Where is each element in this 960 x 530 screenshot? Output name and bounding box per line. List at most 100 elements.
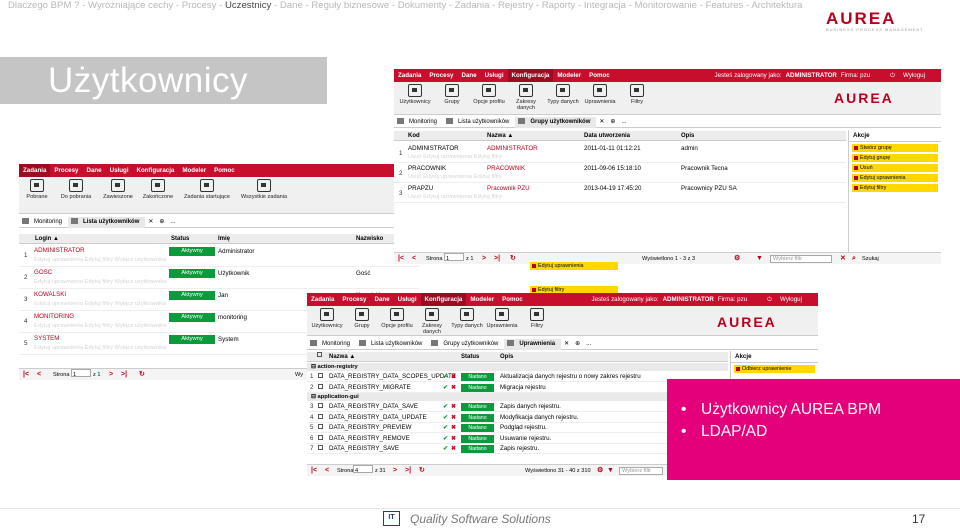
toolbar-button-zakonczone[interactable]: Zakończone	[137, 179, 179, 200]
table-row[interactable]: 2 DATA_REGISTRY_MIGRATE ✔ ✖ Nadano Migracja r…	[307, 383, 728, 393]
logout-link[interactable]: ⏻ Wyloguj	[882, 69, 933, 82]
col-data[interactable]: Data utworzenia	[584, 131, 630, 141]
prev-page-button[interactable]: <	[325, 465, 329, 477]
row-actions[interactable]: Edytuj uprawnienia Edytuj filtry Wyłącz …	[34, 345, 166, 351]
user-login-link[interactable]: MONITORING	[34, 313, 74, 320]
filter-icon[interactable]: ▼	[756, 253, 763, 265]
menu-item-procesy[interactable]: Procesy	[338, 293, 370, 306]
revoke-x-icon[interactable]: ✖	[451, 373, 456, 380]
menu-item-dane[interactable]: Dane	[370, 293, 393, 306]
row-actions[interactable]: Usuń Edytuj uprawnienia Edytuj filtry	[408, 194, 502, 200]
menu-item-zadania[interactable]: Zadania	[394, 69, 425, 82]
breadcrumb-item-integracja[interactable]: Integracja	[584, 0, 626, 11]
prev-page-button[interactable]: <	[412, 253, 416, 265]
filter-select[interactable]: Wybierz filtr	[619, 467, 663, 475]
more-tabs[interactable]: ...	[583, 339, 594, 350]
group-code[interactable]: ADMINISTRATOR	[408, 145, 459, 152]
breadcrumb-item-dokumenty[interactable]: Dokumenty	[398, 0, 447, 11]
first-page-button[interactable]: |<	[311, 465, 317, 477]
close-tab-icon[interactable]: ✕	[596, 117, 607, 128]
menu-item-modeler[interactable]: Modeler	[178, 164, 210, 177]
toolbar-button-pobrane[interactable]: Pobrane	[19, 179, 55, 200]
col-nazwa[interactable]: Nazwa ▲	[329, 352, 355, 362]
first-page-button[interactable]: |<	[23, 369, 29, 381]
toolbar-button-filtry[interactable]: Filtry	[618, 84, 656, 105]
table-row[interactable]: 2 GOSC Edytuj uprawnienia Edytuj filtry Wy…	[19, 267, 419, 289]
col-kod[interactable]: Kod	[408, 131, 420, 141]
col-status[interactable]: Status	[461, 352, 479, 362]
action-odbierz-uprawnienie[interactable]: Odbierz uprawnienie	[734, 365, 815, 373]
menu-item-konfiguracja[interactable]: Konfiguracja	[420, 293, 467, 306]
tab-monitoring[interactable]: Monitoring	[19, 217, 68, 228]
table-row[interactable]: 5 DATA_REGISTRY_PREVIEW ✔ ✖ Nadano Podgląd re…	[307, 423, 728, 433]
grant-check-icon[interactable]: ✔	[443, 414, 448, 421]
row-actions[interactable]: Edytuj uprawnienia Edytuj filtry Wyłącz …	[34, 279, 166, 285]
user-login-link[interactable]: ADMINISTRATOR	[34, 247, 85, 254]
table-row[interactable]: 3 PRAPZU Usuń Edytuj uprawnienia Edytuj fi…	[394, 183, 846, 203]
toolbar-button-opcje-profilu[interactable]: Opcje profilu	[470, 84, 508, 105]
action-edytuj-uprawnienia[interactable]: Edytuj uprawnienia	[852, 174, 938, 182]
menu-item-konfiguracja[interactable]: Konfiguracja	[507, 69, 554, 82]
col-opis[interactable]: Opis	[500, 352, 513, 362]
tab-add-icon[interactable]: ⊕	[607, 117, 618, 128]
menu-item-uslugi[interactable]: Usługi	[481, 69, 508, 82]
breadcrumb-item-procesy[interactable]: Procesy	[182, 0, 217, 11]
close-tab-icon[interactable]: ✕	[561, 339, 572, 350]
group-code[interactable]: PRAPZU	[408, 185, 433, 192]
revoke-x-icon[interactable]: ✖	[451, 403, 456, 410]
user-login-link[interactable]: GOSC	[34, 269, 52, 276]
table-row[interactable]: 6 DATA_REGISTRY_REMOVE ✔ ✖ Nadano Usuwanie re…	[307, 434, 728, 444]
breadcrumb-item-wyrozniajace-cechy[interactable]: Wyróżniające cechy	[88, 0, 173, 11]
toolbar-button-typy-danych[interactable]: Typy danych	[449, 308, 485, 329]
action-edytuj-filtry[interactable]: Edytuj filtry	[852, 184, 938, 192]
next-page-button[interactable]: >	[393, 465, 397, 477]
tab-lista-uzytkownikow[interactable]: Lista użytkowników	[68, 217, 146, 228]
col-nazwisko[interactable]: Nazwisko	[356, 234, 383, 244]
col-login[interactable]: Login ▲	[35, 234, 59, 244]
breadcrumb-item-architektura[interactable]: Architektura	[751, 0, 802, 11]
search-label[interactable]: Szukaj	[862, 253, 879, 265]
table-row[interactable]: 1 DATA_REGISTRY_DATA_SCOPES_UPDATE ✔ ✖ Nadan…	[307, 372, 728, 382]
toolbar-button-typy-danych[interactable]: Typy danych	[544, 84, 582, 105]
group-name-link[interactable]: ADMINISTRATOR	[487, 145, 538, 152]
menu-item-procesy[interactable]: Procesy	[50, 164, 82, 177]
table-row[interactable]: 1 ADMINISTRATOR Edytuj uprawnienia Edytuj …	[19, 245, 419, 267]
toolbar-button-uzytkownicy[interactable]: Użytkownicy	[309, 308, 345, 329]
table-row[interactable]: 4 DATA_REGISTRY_DATA_UPDATE ✔ ✖ Nadano Modyfi…	[307, 413, 728, 423]
toolbar-button-grupy[interactable]: Grupy	[344, 308, 380, 329]
row-actions[interactable]: Edytuj uprawnienia Edytuj filtry Wyłącz …	[34, 301, 166, 307]
next-page-button[interactable]: >	[482, 253, 486, 265]
tab-uprawnienia[interactable]: Uprawnienia	[504, 339, 562, 350]
refresh-icon[interactable]: ↻	[419, 465, 425, 477]
prev-page-button[interactable]: <	[37, 369, 41, 381]
permission-group[interactable]: ⊟ action-registry	[307, 363, 728, 371]
toolbar-button-zakresy-danych[interactable]: Zakresy danych	[507, 84, 545, 111]
permission-group[interactable]: ⊟ application-gui	[307, 393, 728, 401]
grant-check-icon[interactable]: ✔	[443, 373, 448, 380]
table-row[interactable]: 3 DATA_REGISTRY_DATA_SAVE ✔ ✖ Nadano Zapis da…	[307, 402, 728, 412]
group-name-link[interactable]: Pracownik PZU	[487, 185, 530, 192]
menu-item-dane[interactable]: Dane	[457, 69, 480, 82]
last-page-button[interactable]: >|	[494, 253, 500, 265]
toolbar-button-grupy[interactable]: Grupy	[433, 84, 471, 105]
row-actions[interactable]: Edytuj uprawnienia Edytuj filtry Wyłącz …	[34, 257, 166, 263]
breadcrumb-item-raporty[interactable]: Raporty	[542, 0, 576, 11]
menu-item-konfiguracja[interactable]: Konfiguracja	[133, 164, 179, 177]
revoke-x-icon[interactable]: ✖	[451, 445, 456, 452]
toolbar-button-uzytkownicy[interactable]: Użytkownicy	[396, 84, 434, 105]
grant-check-icon[interactable]: ✔	[443, 445, 448, 452]
menu-item-modeler[interactable]: Modeler	[466, 293, 498, 306]
tab-lista-uzytkownikow[interactable]: Lista użytkowników	[443, 117, 515, 128]
menu-item-pomoc[interactable]: Pomoc	[585, 69, 614, 82]
breadcrumb-item-zadania[interactable]: Zadania	[455, 0, 490, 11]
menu-item-uslugi[interactable]: Usługi	[394, 293, 421, 306]
col-nazwa[interactable]: Nazwa ▲	[487, 131, 513, 141]
more-tabs[interactable]: ...	[618, 117, 629, 128]
action-edytuj-grupe[interactable]: Edytuj grupę	[852, 154, 938, 162]
menu-item-pomoc[interactable]: Pomoc	[498, 293, 527, 306]
action-stworz-grupe[interactable]: Stwórz grupę	[852, 144, 938, 152]
tab-grupy-uzytkownikow[interactable]: Grupy użytkowników	[515, 117, 597, 128]
breadcrumb-item-rejestry[interactable]: Rejestry	[498, 0, 533, 11]
row-actions[interactable]: Usuń Edytuj uprawnienia Edytuj filtry	[408, 154, 502, 160]
action-usun[interactable]: Usuń	[852, 164, 938, 172]
